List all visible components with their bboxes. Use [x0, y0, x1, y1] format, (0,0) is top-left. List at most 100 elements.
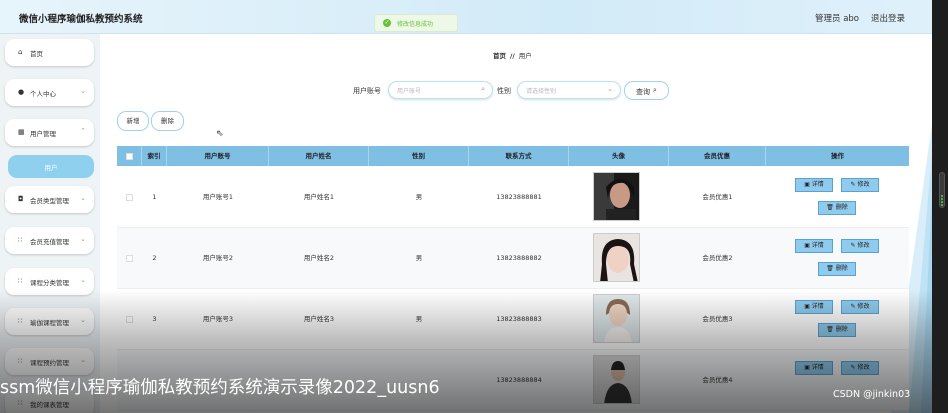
delete-button[interactable]: 🗑 删除 [818, 201, 856, 215]
delete-label: 删除 [835, 204, 848, 211]
sidebar-item-label: 会员类型管理 [30, 197, 69, 205]
sidebar-item-label: 会员充值管理 [30, 238, 69, 246]
success-toast: ✓ 修改信息成功 [374, 14, 458, 32]
delete-button[interactable]: 🗑 删除 [818, 323, 856, 337]
sidebar-item-label: 我的课表管理 [30, 401, 69, 409]
column-header: 联系方式 [469, 146, 569, 166]
right-scrollbar[interactable] [932, 0, 948, 413]
cell-name: 用户姓名2 [303, 254, 335, 262]
sidebar-subitem-label: 用户 [44, 164, 58, 172]
column-header: 操作 [831, 152, 844, 160]
add-button[interactable]: 新增 [117, 111, 149, 131]
sidebar-item-profile[interactable]: ● 个人中心 ⌄ [5, 79, 94, 106]
cell-discount: 会员优惠1 [702, 193, 733, 201]
logout-link[interactable]: 退出登录 [871, 12, 905, 24]
cell-account: 用户账号1 [202, 193, 234, 201]
user-icon: ● [18, 88, 25, 96]
detail-label: 详情 [811, 303, 824, 310]
detail-button[interactable]: ▣ 详情 [795, 178, 833, 192]
cell-account: 用户账号3 [202, 315, 234, 323]
apps-icon: ∷ [18, 317, 23, 325]
scroll-handle[interactable] [939, 172, 945, 208]
cell-phone: 13823888883 [496, 315, 542, 323]
main-content: 首页 //用户 用户账号 用户账号 ⌕ 性别 请选择性别 ⌄ 查询 ⌕ 新增 删除… [100, 34, 932, 413]
sidebar-item-member-recharge[interactable]: ∷ 会员充值管理 ⌄ [5, 227, 94, 254]
cell-account: 用户账号2 [202, 254, 234, 262]
cell-index: 1 [152, 193, 157, 201]
edit-button[interactable]: ✎ 修改 [841, 361, 879, 375]
detail-label: 详情 [811, 364, 824, 371]
video-caption: ssm微信小程序瑜伽私教预约系统演示录像2022_uusn6 [0, 378, 440, 398]
app-window: 微信小程序瑜伽私教预约系统 ✓ 修改信息成功 管理员 abo 退出登录 ⌂ 首页… [0, 0, 932, 413]
edit-button[interactable]: ✎ 修改 [841, 178, 879, 192]
grid-icon: ▦ [18, 128, 25, 136]
sidebar-subitem-user[interactable]: 用户 [8, 155, 94, 178]
query-label: 查询 [636, 88, 650, 96]
column-header: 会员优惠 [669, 146, 766, 166]
edit-label: 修改 [857, 181, 870, 188]
chevron-up-icon: ⌃ [80, 127, 86, 135]
detail-button[interactable]: ▣ 详情 [795, 300, 833, 314]
chevron-down-icon: ⌄ [80, 194, 86, 202]
search-icon: ⌕ [481, 85, 485, 93]
cell-index: 3 [152, 315, 157, 323]
breadcrumb: 首页 //用户 [493, 50, 532, 60]
breadcrumb-current: 用户 [518, 52, 532, 60]
sidebar-item-home[interactable]: ⌂ 首页 [5, 39, 94, 66]
apps-icon: ∷ [18, 236, 23, 244]
avatar [593, 355, 640, 404]
chevron-down-icon: ⌄ [80, 316, 86, 324]
cell-phone: 13823888881 [496, 193, 542, 201]
sidebar-item-label: 课程预约管理 [30, 359, 69, 367]
cell-name: 用户姓名1 [303, 193, 335, 201]
sidebar-item-label: 瑜伽课程管理 [30, 319, 69, 327]
detail-button[interactable]: ▣ 详情 [795, 361, 833, 375]
apps-icon: ∷ [18, 399, 23, 407]
apps-icon: ∷ [18, 357, 23, 365]
apps-icon: ∷ [18, 277, 23, 285]
mouse-cursor-icon: ⇖ [216, 129, 224, 139]
sidebar-item-yoga-course[interactable]: ∷ 瑜伽课程管理 ⌄ [5, 308, 94, 335]
home-icon: ⌂ [18, 48, 23, 56]
chevron-down-icon: ⌄ [80, 276, 86, 284]
sidebar-item-users[interactable]: ▦ 用户管理 ⌃ [5, 119, 94, 146]
admin-label: 管理员 abo [815, 14, 860, 24]
select-all-checkbox[interactable] [117, 146, 142, 166]
cell-gender: 男 [415, 254, 423, 262]
table-row: 3 用户账号3 用户姓名3 男 13823888883 会员优惠3 ▣ 详情 ✎… [117, 289, 909, 350]
detail-label: 详情 [811, 181, 824, 188]
sidebar-item-course-booking[interactable]: ∷ 课程预约管理 ⌄ [5, 348, 94, 375]
table-header: 索引 用户账号 用户姓名 性别 联系方式 头像 会员优惠 操作 [117, 146, 909, 166]
chevron-down-icon: ⌄ [607, 85, 613, 93]
cell-discount: 会员优惠4 [702, 376, 733, 384]
sidebar: ⌂ 首页 ● 个人中心 ⌄ ▦ 用户管理 ⌃ 用户 ◘ 会员类型管理 ⌄ ∷ 会… [0, 34, 100, 413]
account-placeholder: 用户账号 [397, 88, 422, 95]
query-button[interactable]: 查询 ⌕ [624, 81, 669, 100]
cell-gender: 男 [415, 193, 423, 201]
batch-delete-button[interactable]: 删除 [151, 111, 184, 131]
sidebar-item-member-type[interactable]: ◘ 会员类型管理 ⌄ [5, 186, 94, 213]
cell-discount: 会员优惠2 [702, 254, 733, 262]
gender-select[interactable]: 请选择性别 ⌄ [517, 81, 621, 99]
edit-button[interactable]: ✎ 修改 [841, 300, 879, 314]
chevron-down-icon: ⌄ [80, 87, 86, 95]
table-row: 2 用户账号2 用户姓名2 男 13823888882 会员优惠2 ▣ 详情 ✎… [117, 228, 909, 289]
row-checkbox[interactable] [117, 167, 142, 228]
row-checkbox[interactable] [117, 289, 142, 350]
cell-name: 用户姓名3 [303, 315, 335, 323]
account-search-input[interactable]: 用户账号 ⌕ [388, 81, 493, 99]
delete-button[interactable]: 🗑 删除 [818, 262, 856, 276]
edit-button[interactable]: ✎ 修改 [841, 239, 879, 253]
row-checkbox[interactable] [117, 228, 142, 289]
gender-placeholder: 请选择性别 [526, 88, 557, 95]
breadcrumb-home[interactable]: 首页 [493, 52, 506, 60]
avatar [593, 294, 640, 343]
edit-label: 修改 [857, 242, 870, 249]
sidebar-item-label: 用户管理 [30, 130, 56, 138]
sidebar-item-label: 课程分类管理 [30, 279, 69, 287]
table-row: 1 用户账号1 用户姓名1 男 13823888881 会员优惠1 ▣ 详情 ✎… [117, 167, 909, 228]
detail-button[interactable]: ▣ 详情 [795, 239, 833, 253]
watermark: CSDN @jinkin03 [833, 389, 911, 400]
sidebar-item-course-category[interactable]: ∷ 课程分类管理 ⌄ [5, 268, 94, 295]
column-header: 索引 [142, 146, 167, 166]
